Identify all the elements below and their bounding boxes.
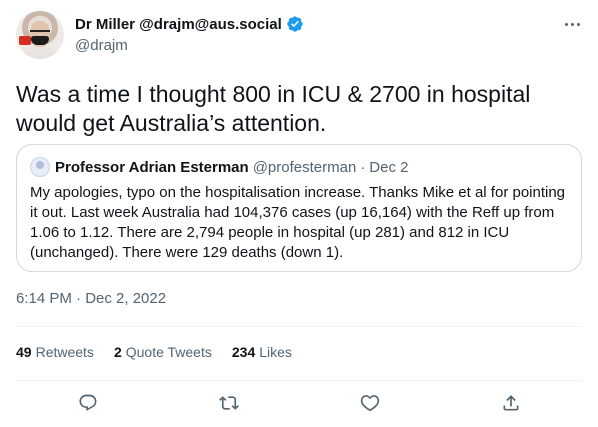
quoted-tweet-header: Professor Adrian Esterman @profesterman …	[30, 157, 568, 177]
quoted-author-handle: @profesterman	[252, 158, 357, 176]
author-avatar[interactable]	[16, 11, 64, 59]
retweet-icon[interactable]	[218, 392, 240, 414]
quoted-tweet-date: Dec 2	[369, 158, 409, 176]
likes-count: 234	[231, 344, 256, 360]
tweet-text: Was a time I thought 800 in ICU & 2700 i…	[16, 81, 531, 136]
author-info: Dr Miller @drajm@aus.social @drajm	[75, 13, 304, 54]
tweet-actions	[16, 388, 582, 418]
engagement-stats: 49 Retweets 2 Quote Tweets 234 Likes	[16, 344, 292, 360]
reply-icon[interactable]	[77, 392, 99, 414]
share-icon[interactable]	[500, 392, 522, 414]
tweet-timestamp[interactable]: 6:14 PM · Dec 2, 2022	[16, 290, 166, 307]
author-display-name[interactable]: Dr Miller @drajm@aus.social	[75, 16, 282, 33]
quotes-count: 2	[113, 344, 122, 360]
like-icon[interactable]	[359, 392, 381, 414]
quoted-author-avatar	[30, 157, 50, 177]
quoted-tweet-text: My apologies, typo on the hospitalisatio…	[30, 184, 566, 261]
quoted-author-name: Professor Adrian Esterman	[55, 158, 249, 176]
quotes-label: Quote Tweets	[125, 344, 212, 360]
retweets-count: 49	[16, 344, 32, 360]
retweets-stat[interactable]: 49 Retweets	[16, 344, 94, 360]
likes-stat[interactable]: 234 Likes	[232, 344, 292, 360]
author-handle[interactable]: @drajm	[75, 37, 304, 54]
more-options-icon[interactable]	[560, 14, 584, 34]
quotes-stat[interactable]: 2 Quote Tweets	[114, 344, 212, 360]
quoted-separator: ·	[360, 158, 366, 176]
divider	[16, 380, 582, 381]
divider	[16, 326, 582, 327]
likes-label: Likes	[259, 344, 292, 360]
quoted-tweet[interactable]: Professor Adrian Esterman @profesterman …	[16, 144, 582, 272]
retweets-label: Retweets	[35, 344, 94, 360]
verified-badge-icon	[286, 15, 304, 33]
